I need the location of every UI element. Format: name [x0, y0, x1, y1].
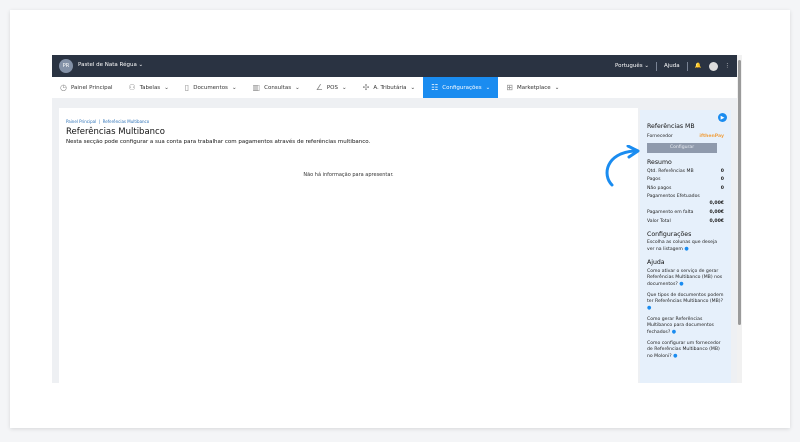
paid-value: 0,00€	[709, 201, 724, 207]
company-name: Pastel de Nata Régua	[78, 62, 137, 68]
help-title: Ajuda	[647, 258, 665, 266]
help-link[interactable]: Ajuda	[664, 63, 680, 69]
summary-label: Pagos	[647, 177, 661, 183]
settings-icon: ☷	[431, 83, 439, 92]
help-link[interactable]: Como configurar um fornecedor de Referên…	[647, 341, 724, 360]
scrollbar[interactable]	[737, 55, 742, 383]
grid-icon: ⊞	[506, 83, 513, 92]
total-value: 0,00€	[709, 218, 724, 224]
company-selector[interactable]: Pastel de Nata Régua ⌄	[78, 62, 143, 68]
summary-label: Não pagos	[647, 185, 672, 191]
help-text: Que tipos de documentos podem ter Referê…	[647, 292, 724, 304]
summary-row: Qtd. Referências MB 0	[647, 169, 724, 174]
company-avatar[interactable]: PR	[59, 59, 73, 73]
nav-pos[interactable]: ∠ POS ⌄	[308, 77, 355, 98]
help-link[interactable]: Que tipos de documentos podem ter Referê…	[647, 293, 724, 312]
help-icon: ●	[673, 352, 678, 359]
help-text: Como ativar o serviço de gerar Referênci…	[647, 268, 723, 287]
summary-value: 0	[720, 177, 724, 183]
top-bar: PR Pastel de Nata Régua ⌄ Português ⌄ Aj…	[52, 55, 742, 77]
user-avatar-icon[interactable]	[708, 61, 718, 71]
main-panel: Painel Principal | Referências Multibanc…	[59, 108, 638, 383]
app-window: PR Pastel de Nata Régua ⌄ Português ⌄ Aj…	[52, 55, 742, 383]
nav-consultas[interactable]: ▥ Consultas ⌄	[245, 77, 308, 98]
bell-icon[interactable]: 🔔	[695, 63, 702, 69]
nav-configuracoes[interactable]: ☷ Configurações ⌄	[423, 77, 499, 98]
summary-value: 0	[720, 168, 724, 174]
mb-title: Referências MB	[647, 123, 695, 130]
page-subtitle: Nesta secção pode configurar a sua conta…	[66, 139, 371, 145]
sidebar: ▶ Referências MB Fornecedor ifthenPay Con…	[640, 110, 731, 383]
language-label: Português	[615, 63, 643, 69]
main-nav: ◷ Painel Principal ⚇ Tabelas ⌄ ▯ Documentos…	[52, 77, 742, 98]
help-text: Como gerar Referências Multibanco para d…	[647, 316, 714, 335]
scrollbar-thumb[interactable]	[738, 60, 741, 325]
nav-label: POS	[326, 84, 338, 91]
nav-label: Marketplace	[516, 84, 551, 91]
nav-label: Configurações	[442, 84, 482, 91]
breadcrumb-current: Referências Multibanco	[102, 119, 150, 124]
config-title: Configurações	[647, 230, 692, 238]
play-icon[interactable]: ▶	[718, 113, 727, 122]
breadcrumb-home[interactable]: Painel Principal	[66, 119, 96, 124]
help-text: Como configurar um fornecedor de Referên…	[647, 340, 721, 359]
help-icon: ●	[647, 304, 652, 311]
total-row: Valor Total 0,00€	[647, 219, 724, 224]
nav-painel-principal[interactable]: ◷ Painel Principal	[52, 77, 121, 98]
nav-label: Tabelas	[139, 84, 161, 91]
missing-value: 0,00€	[709, 209, 724, 215]
nav-documentos[interactable]: ▯ Documentos ⌄	[177, 77, 245, 98]
supplier-value: ifthenPay	[699, 134, 724, 139]
page-title: Referências Multibanco	[66, 127, 165, 137]
summary-title: Resumo	[647, 158, 672, 166]
total-label: Valor Total	[647, 218, 671, 224]
clock-icon: ◷	[60, 83, 67, 92]
user-icon: ⚇	[128, 83, 136, 92]
nav-marketplace[interactable]: ⊞ Marketplace ⌄	[498, 77, 567, 98]
help-list: Como ativar o serviço de gerar Referênci…	[647, 269, 724, 360]
summary-value: 0	[720, 185, 724, 191]
nav-label: A. Tributária	[373, 84, 407, 91]
annotation-arrow-icon	[605, 145, 640, 187]
nav-a-tributaria[interactable]: ✣ A. Tributária ⌄	[355, 77, 423, 98]
nav-label: Documentos	[193, 84, 228, 91]
paid-row: 0,00€	[647, 201, 724, 206]
missing-label: Pagamento em falta	[647, 209, 694, 215]
supplier-label: Fornecedor	[647, 134, 673, 139]
divider	[656, 61, 657, 71]
help-icon: ●	[671, 328, 677, 335]
help-link[interactable]: Como gerar Referências Multibanco para d…	[647, 317, 724, 336]
paid-label: Pagamentos Efetuados	[647, 194, 700, 200]
pos-icon: ∠	[315, 83, 323, 92]
breadcrumb: Painel Principal | Referências Multibanc…	[66, 119, 150, 124]
nav-label: Consultas	[264, 84, 292, 91]
nav-label: Painel Principal	[70, 84, 113, 91]
summary-label: Qtd. Referências MB	[647, 168, 694, 174]
help-link[interactable]: Como ativar o serviço de gerar Referênci…	[647, 269, 724, 288]
chart-icon: ▥	[252, 83, 261, 92]
document-icon: ▯	[184, 83, 190, 92]
empty-message: Não há informação para apresentar.	[303, 172, 394, 178]
config-link[interactable]: Escolha as colunas que deseja ver na lis…	[647, 240, 724, 253]
more-vertical-icon[interactable]: ⋮	[725, 63, 731, 69]
config-text: Escolha as colunas que deseja ver na lis…	[647, 239, 718, 252]
divider	[686, 61, 688, 71]
tax-icon: ✣	[362, 83, 370, 92]
missing-row: Pagamento em falta 0,00€	[647, 210, 724, 215]
info-icon: ●	[684, 245, 689, 252]
help-icon: ●	[679, 280, 684, 287]
supplier-row: Fornecedor ifthenPay	[647, 134, 724, 139]
summary-row: Pagos 0	[647, 177, 724, 182]
configure-button[interactable]: Configurar	[647, 142, 717, 153]
summary-row: Não pagos 0	[647, 186, 724, 191]
nav-tabelas[interactable]: ⚇ Tabelas ⌄	[121, 77, 177, 98]
language-selector[interactable]: Português ⌄	[615, 63, 649, 69]
